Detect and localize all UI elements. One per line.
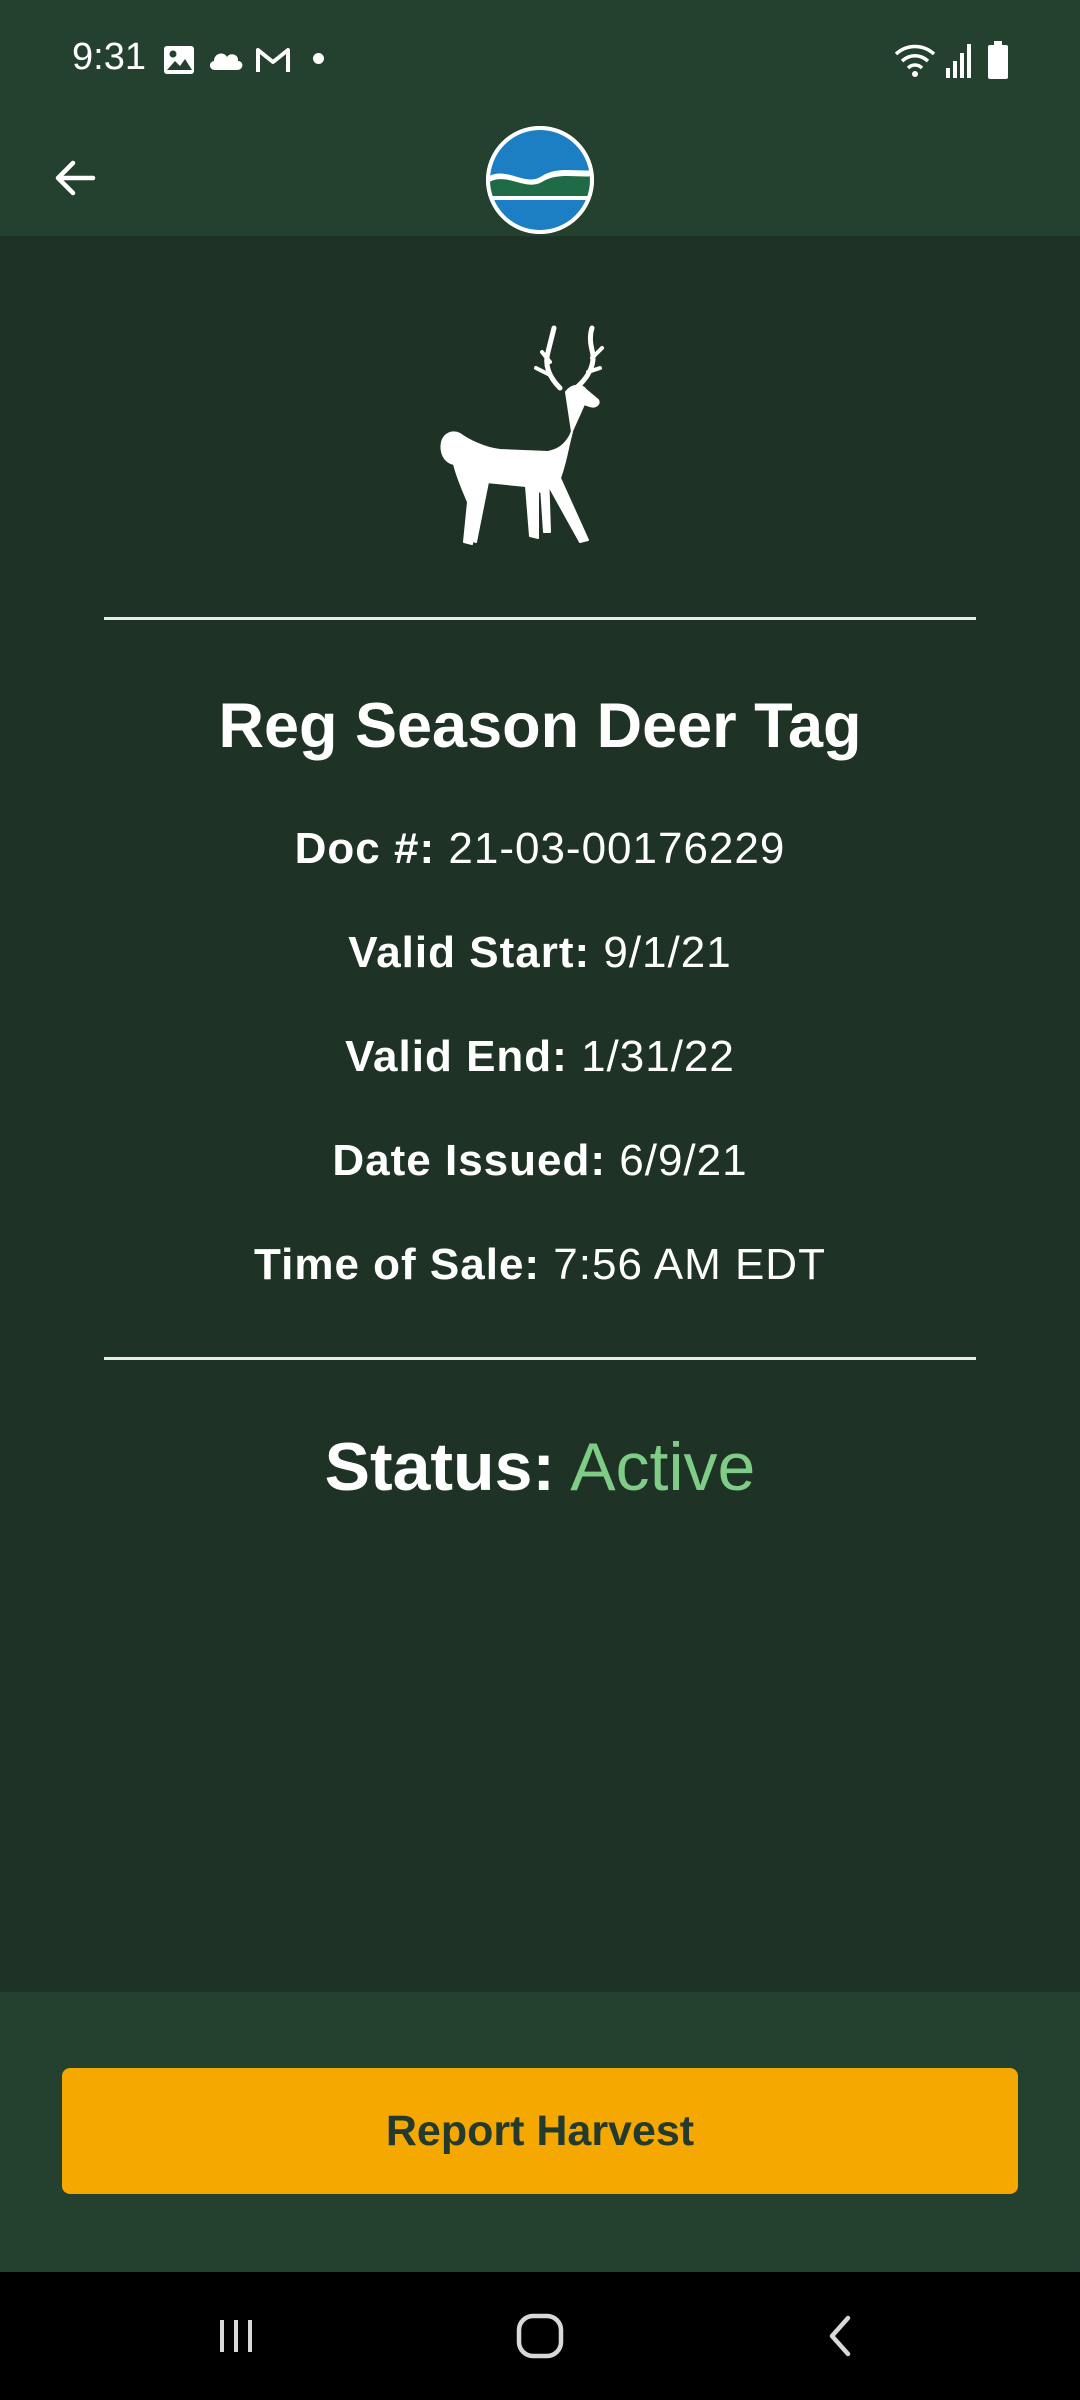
valid-start-value: 9/1/21 bbox=[603, 928, 732, 977]
recents-icon bbox=[220, 2320, 252, 2352]
time-of-sale-row: Time of Sale: 7:56 AM EDT bbox=[0, 1240, 1080, 1290]
status-value: Active bbox=[570, 1429, 756, 1505]
status-row: Status: Active bbox=[0, 1428, 1080, 1506]
date-issued-label: Date Issued: bbox=[332, 1136, 607, 1185]
valid-start-label: Valid Start: bbox=[348, 928, 591, 977]
back-button[interactable] bbox=[40, 136, 110, 220]
deer-icon bbox=[440, 325, 604, 545]
bottom-divider bbox=[104, 1357, 976, 1360]
status-bar: 9:31 bbox=[0, 0, 1080, 120]
top-divider bbox=[104, 617, 976, 620]
battery-icon bbox=[988, 41, 1008, 79]
valid-end-label: Valid End: bbox=[345, 1032, 568, 1081]
report-harvest-button[interactable]: Report Harvest bbox=[62, 2068, 1018, 2194]
home-button[interactable] bbox=[490, 2300, 590, 2372]
doc-number-value: 21-03-00176229 bbox=[448, 824, 786, 873]
tag-detail-content: Reg Season Deer Tag Doc #: 21-03-0017622… bbox=[0, 236, 1080, 1992]
valid-end-row: Valid End: 1/31/22 bbox=[0, 1032, 1080, 1082]
date-issued-value: 6/9/21 bbox=[619, 1136, 748, 1185]
notification-dot bbox=[313, 53, 324, 64]
date-issued-row: Date Issued: 6/9/21 bbox=[0, 1136, 1080, 1186]
app-bar bbox=[0, 120, 1080, 236]
back-icon bbox=[829, 2315, 851, 2357]
agency-logo bbox=[486, 126, 594, 234]
recents-button[interactable] bbox=[186, 2300, 286, 2372]
wifi-icon bbox=[894, 44, 936, 77]
system-nav-bar bbox=[0, 2272, 1080, 2400]
doc-number-row: Doc #: 21-03-00176229 bbox=[0, 824, 1080, 874]
image-icon bbox=[164, 46, 194, 74]
tag-title: Reg Season Deer Tag bbox=[218, 691, 862, 761]
valid-start-row: Valid Start: 9/1/21 bbox=[0, 928, 1080, 978]
status-time: 9:31 bbox=[72, 36, 146, 78]
status-label: Status: bbox=[324, 1429, 556, 1505]
signal-icon bbox=[946, 44, 971, 78]
cloud-icon bbox=[209, 53, 243, 70]
time-of-sale-value: 7:56 AM EDT bbox=[553, 1240, 826, 1289]
valid-end-value: 1/31/22 bbox=[581, 1032, 735, 1081]
action-bar: Report Harvest bbox=[0, 1992, 1080, 2272]
arrow-left-icon bbox=[55, 160, 96, 196]
doc-number-label: Doc #: bbox=[294, 824, 436, 873]
gmail-icon bbox=[256, 48, 290, 72]
nav-back-button[interactable] bbox=[792, 2300, 892, 2372]
time-of-sale-label: Time of Sale: bbox=[254, 1240, 541, 1289]
home-icon bbox=[516, 2313, 564, 2359]
